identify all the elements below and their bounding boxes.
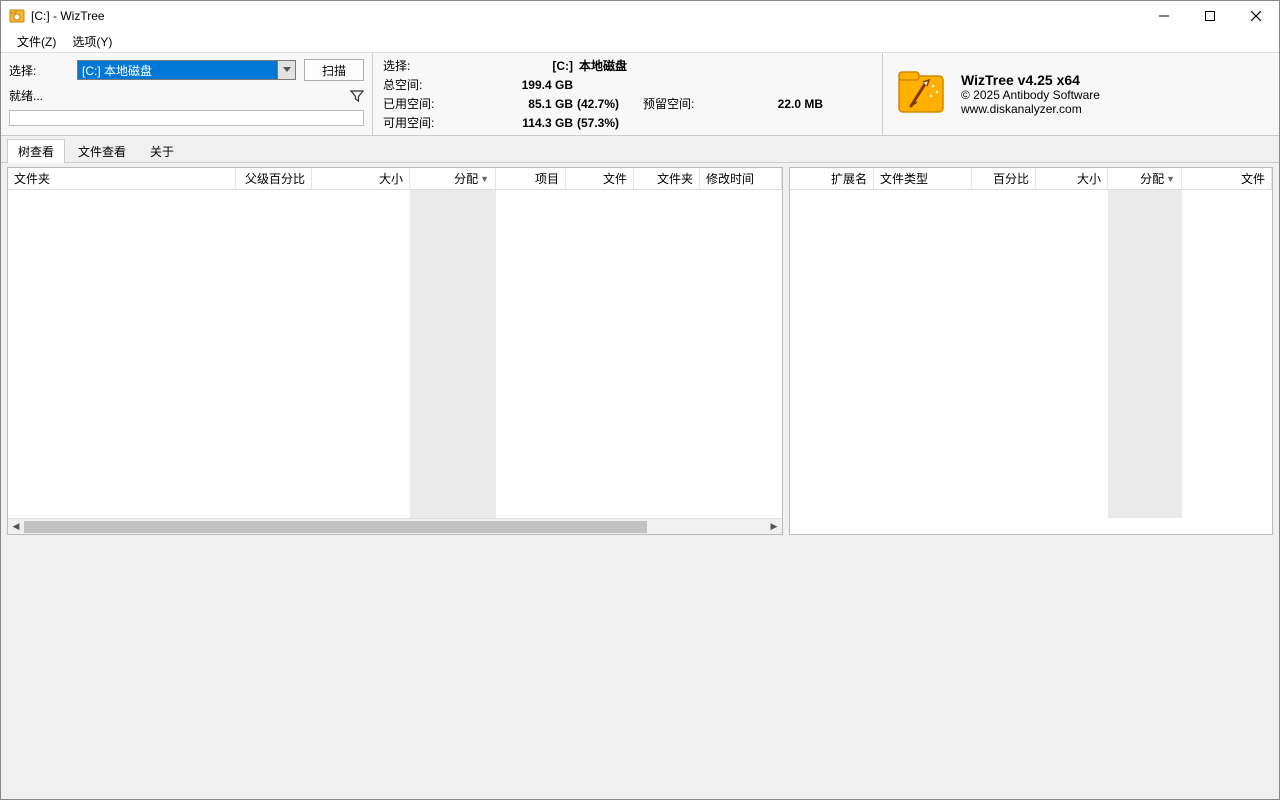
brand-panel: WizTree v4.25 x64 © 2025 Antibody Softwa… [883, 53, 1279, 135]
stats-total-value: 199.4 GB [463, 78, 573, 92]
brand-title: WizTree v4.25 x64 [961, 72, 1100, 88]
minimize-button[interactable] [1141, 1, 1187, 31]
col-pct[interactable]: 百分比 [972, 168, 1036, 189]
stats-drive-letter: [C:] [463, 59, 573, 73]
tree-panel: 文件夹 父级百分比 大小 分配▼ 项目 文件 文件夹 修改时间 ◀ ▶ [7, 167, 783, 535]
tab-tree-view[interactable]: 树查看 [7, 139, 65, 163]
menubar: 文件(Z) 选项(Y) [1, 31, 1279, 53]
filter-icon[interactable] [350, 89, 364, 103]
stats-total-label: 总空间: [383, 76, 463, 93]
brand-url: www.diskanalyzer.com [961, 102, 1100, 116]
select-label: 选择: [9, 62, 69, 79]
scroll-track[interactable] [24, 519, 766, 535]
brand-copyright: © 2025 Antibody Software [961, 88, 1100, 102]
stats-reserved-value: 22.0 MB [743, 97, 823, 111]
window-title: [C:] - WizTree [31, 9, 105, 23]
stats-reserved-label: 预留空间: [643, 95, 743, 112]
progress-bar [9, 110, 364, 126]
stats-select-label: 选择: [383, 57, 463, 74]
stats-free-label: 可用空间: [383, 114, 463, 131]
status-ready: 就绪... [9, 87, 43, 104]
col-alloc[interactable]: 分配▼ [410, 168, 496, 189]
col-ext-files[interactable]: 文件 [1182, 168, 1272, 189]
col-ext-alloc[interactable]: 分配▼ [1108, 168, 1182, 189]
tab-file-view[interactable]: 文件查看 [67, 139, 137, 163]
menu-options[interactable]: 选项(Y) [64, 31, 120, 52]
col-parent-pct[interactable]: 父级百分比 [236, 168, 312, 189]
stats-used-label: 已用空间: [383, 95, 463, 112]
scan-button[interactable]: 扫描 [304, 59, 364, 81]
extension-panel: 扩展名 文件类型 百分比 大小 分配▼ 文件 [789, 167, 1273, 535]
treemap-area [1, 541, 1279, 799]
menu-file[interactable]: 文件(Z) [9, 31, 64, 52]
selection-panel: 选择: [C:] 本地磁盘 扫描 就绪... [1, 53, 373, 135]
stats-used-pct: (42.7%) [573, 97, 643, 111]
stats-free-value: 114.3 GB [463, 116, 573, 130]
stats-free-pct: (57.3%) [573, 116, 643, 130]
app-window: [C:] - WizTree 文件(Z) 选项(Y) 选择: [C:] 本地磁盘 [0, 0, 1280, 800]
tab-about[interactable]: 关于 [139, 139, 185, 163]
maximize-button[interactable] [1187, 1, 1233, 31]
chevron-down-icon [277, 61, 295, 79]
col-folder[interactable]: 文件夹 [8, 168, 236, 189]
col-ext-size[interactable]: 大小 [1036, 168, 1108, 189]
scroll-thumb[interactable] [24, 521, 647, 533]
sort-desc-icon: ▼ [480, 174, 489, 184]
view-tabs: 树查看 文件查看 关于 [1, 136, 1279, 163]
col-items[interactable]: 项目 [496, 168, 566, 189]
wiztree-logo-icon [893, 66, 949, 122]
stats-used-value: 85.1 GB [463, 97, 573, 111]
top-info-strip: 选择: [C:] 本地磁盘 扫描 就绪... 选择: [1, 53, 1279, 136]
ext-columns: 扩展名 文件类型 百分比 大小 分配▼ 文件 [790, 168, 1272, 190]
close-button[interactable] [1233, 1, 1279, 31]
ext-body[interactable] [790, 190, 1272, 534]
alloc-column-bg [410, 190, 496, 518]
col-folders[interactable]: 文件夹 [634, 168, 700, 189]
drive-dropdown[interactable]: [C:] 本地磁盘 [77, 60, 296, 80]
scroll-right-icon[interactable]: ▶ [766, 519, 782, 535]
tree-columns: 文件夹 父级百分比 大小 分配▼ 项目 文件 文件夹 修改时间 [8, 168, 782, 190]
stats-drive-name: 本地磁盘 [573, 57, 823, 74]
col-size[interactable]: 大小 [312, 168, 410, 189]
col-type[interactable]: 文件类型 [874, 168, 972, 189]
tree-h-scrollbar[interactable]: ◀ ▶ [8, 518, 782, 534]
col-ext[interactable]: 扩展名 [790, 168, 874, 189]
drive-dropdown-value: [C:] 本地磁盘 [82, 62, 152, 79]
col-files[interactable]: 文件 [566, 168, 634, 189]
col-modified[interactable]: 修改时间 [700, 168, 782, 189]
titlebar: [C:] - WizTree [1, 1, 1279, 31]
scroll-left-icon[interactable]: ◀ [8, 519, 24, 535]
ext-alloc-column-bg [1108, 190, 1182, 518]
content-panels: 文件夹 父级百分比 大小 分配▼ 项目 文件 文件夹 修改时间 ◀ ▶ [1, 163, 1279, 541]
sort-desc-icon: ▼ [1166, 174, 1175, 184]
tree-body[interactable]: ◀ ▶ [8, 190, 782, 534]
app-icon [9, 8, 25, 24]
stats-panel: 选择: [C:] 本地磁盘 总空间: 199.4 GB 已用空间: 85.1 G… [373, 53, 883, 135]
